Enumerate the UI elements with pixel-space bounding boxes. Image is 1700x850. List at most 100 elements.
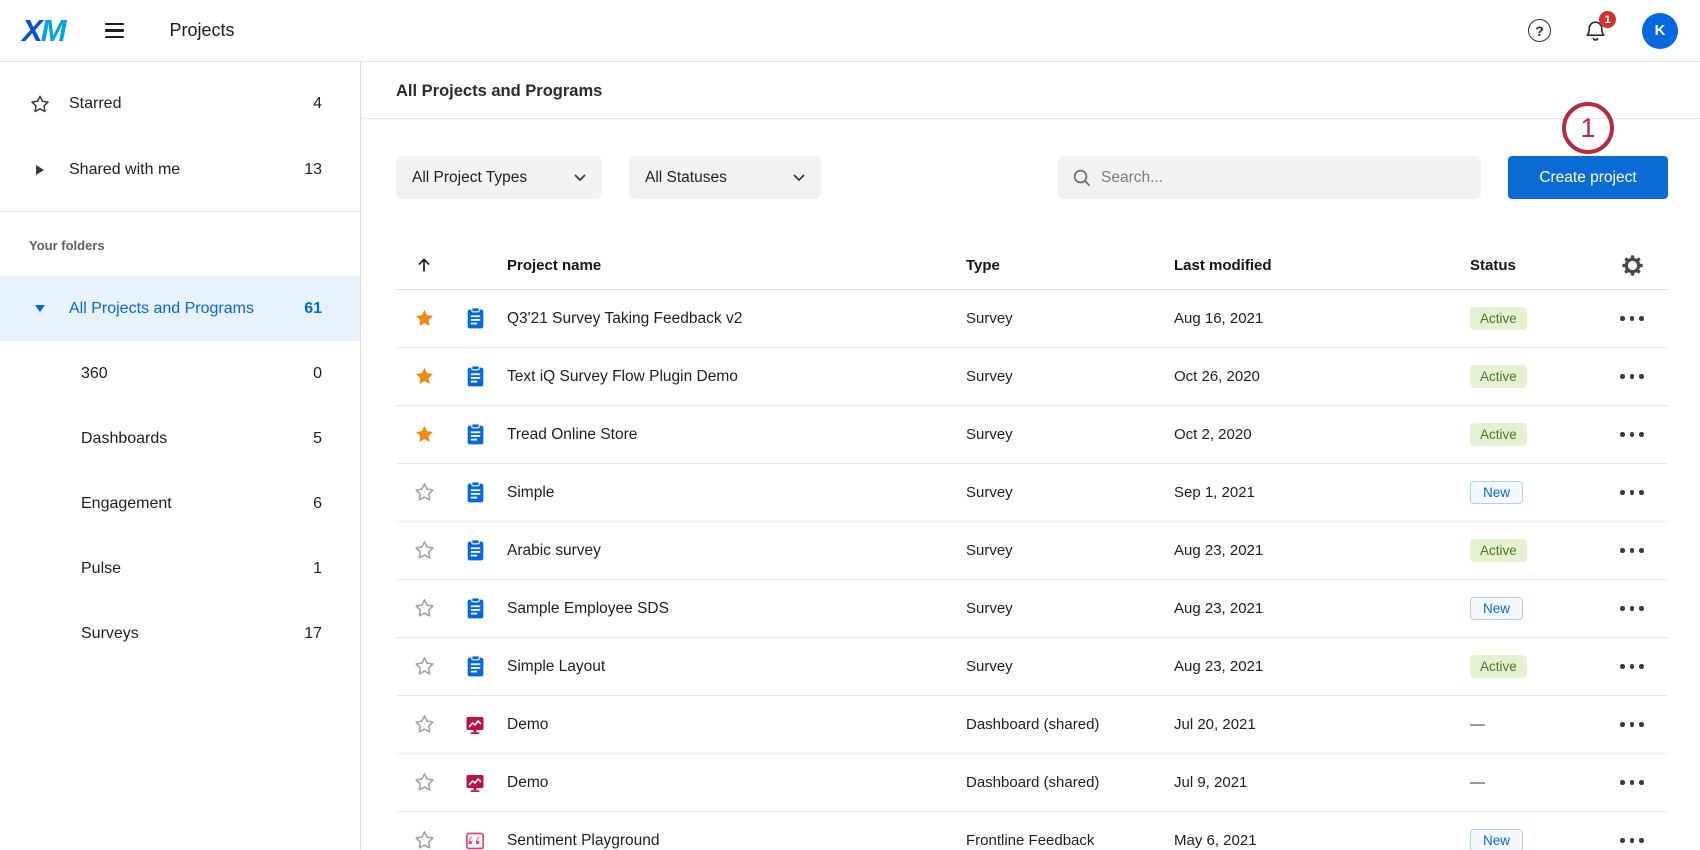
row-actions-ellipsis-button[interactable]	[1614, 540, 1650, 561]
column-header-last-modified: Last modified	[1174, 257, 1470, 274]
search-icon	[1072, 168, 1091, 187]
table-row[interactable]: Tread Online StoreSurveyOct 2, 2020Activ…	[396, 406, 1668, 464]
status-badge-new: New	[1470, 829, 1523, 850]
project-type: Survey	[966, 310, 1174, 327]
row-actions-ellipsis-button[interactable]	[1614, 424, 1650, 445]
project-name-link[interactable]: Simple	[498, 484, 966, 502]
star-toggle-icon[interactable]	[414, 424, 435, 445]
help-icon[interactable]: ?	[1528, 19, 1551, 42]
project-name-link[interactable]: Sample Employee SDS	[498, 600, 966, 618]
table-row[interactable]: Sample Employee SDSSurveyAug 23, 2021New	[396, 580, 1668, 638]
folder-label: 360	[81, 365, 108, 383]
row-actions-ellipsis-button[interactable]	[1614, 714, 1650, 735]
sidebar-item-shared-with-me[interactable]: Shared with me 13	[0, 137, 360, 203]
search-box[interactable]	[1058, 156, 1481, 199]
project-name-link[interactable]: Demo	[498, 716, 966, 734]
xm-logo: XM	[22, 13, 65, 49]
statuses-filter-dropdown[interactable]: All Statuses	[629, 156, 821, 199]
project-name-link[interactable]: Text iQ Survey Flow Plugin Demo	[498, 368, 966, 386]
dashboard-project-icon	[452, 772, 498, 794]
table-row[interactable]: Q3'21 Survey Taking Feedback v2SurveyAug…	[396, 290, 1668, 348]
status-badge-new: New	[1470, 597, 1523, 620]
user-avatar[interactable]: K	[1642, 13, 1678, 49]
project-types-filter-dropdown[interactable]: All Project Types	[396, 156, 602, 199]
search-input[interactable]	[1101, 169, 1467, 187]
section-heading: All Projects and Programs	[396, 62, 1668, 101]
sidebar-folder-item[interactable]: Surveys 17	[0, 601, 360, 666]
table-row[interactable]: Arabic surveySurveyAug 23, 2021Active	[396, 522, 1668, 580]
table-row[interactable]: Sentiment PlaygroundFrontline FeedbackMa…	[396, 812, 1668, 850]
row-actions-ellipsis-button[interactable]	[1614, 598, 1650, 619]
star-toggle-icon[interactable]	[414, 714, 435, 735]
row-actions-ellipsis-button[interactable]	[1614, 308, 1650, 329]
star-toggle-icon[interactable]	[414, 598, 435, 619]
row-actions-ellipsis-button[interactable]	[1614, 366, 1650, 387]
table-row[interactable]: DemoDashboard (shared)Jul 9, 2021—	[396, 754, 1668, 812]
status-badge-active: Active	[1470, 365, 1527, 388]
star-toggle-icon[interactable]	[414, 830, 435, 850]
project-last-modified: May 6, 2021	[1174, 832, 1470, 849]
project-last-modified: Aug 23, 2021	[1174, 600, 1470, 617]
table-settings-gear-icon[interactable]	[1620, 253, 1645, 278]
row-actions-ellipsis-button[interactable]	[1614, 482, 1650, 503]
table-row[interactable]: Simple LayoutSurveyAug 23, 2021Active	[396, 638, 1668, 696]
heading-divider	[361, 118, 1700, 119]
survey-project-icon	[452, 655, 498, 678]
project-last-modified: Jul 9, 2021	[1174, 774, 1470, 791]
project-last-modified: Oct 26, 2020	[1174, 368, 1470, 385]
toolbar: All Project Types All Statuses Create pr…	[396, 156, 1668, 199]
sort-ascending-icon[interactable]	[415, 255, 433, 275]
sidebar-item-count: 13	[304, 161, 322, 179]
status-none: —	[1470, 774, 1485, 791]
caret-down-icon	[30, 305, 50, 312]
sidebar-item-starred[interactable]: Starred 4	[0, 71, 360, 137]
project-last-modified: Jul 20, 2021	[1174, 716, 1470, 733]
project-name-link[interactable]: Arabic survey	[498, 542, 966, 560]
star-toggle-icon[interactable]	[414, 366, 435, 387]
row-actions-ellipsis-button[interactable]	[1614, 656, 1650, 677]
filter-label: All Project Types	[412, 169, 527, 187]
xm-logo-m: M	[41, 13, 65, 48]
folder-count: 17	[304, 625, 322, 643]
notifications-bell-icon[interactable]: 1	[1583, 18, 1608, 43]
status-badge-active: Active	[1470, 307, 1527, 330]
folder-list: All Projects and Programs61 360 0 Dashboard…	[0, 276, 360, 666]
survey-project-icon	[452, 365, 498, 388]
status-badge-new: New	[1470, 481, 1523, 504]
row-actions-ellipsis-button[interactable]	[1614, 772, 1650, 793]
sidebar-folder-item[interactable]: All Projects and Programs61	[0, 276, 360, 341]
status-badge-active: Active	[1470, 423, 1527, 446]
project-type: Survey	[966, 600, 1174, 617]
star-toggle-icon[interactable]	[414, 656, 435, 677]
star-toggle-icon[interactable]	[414, 308, 435, 329]
folder-label: Surveys	[81, 625, 139, 643]
main-content: All Projects and Programs All Project Ty…	[361, 62, 1700, 850]
project-name-link[interactable]: Q3'21 Survey Taking Feedback v2	[498, 310, 966, 328]
row-actions-ellipsis-button[interactable]	[1614, 830, 1650, 850]
project-type: Dashboard (shared)	[966, 774, 1174, 791]
table-row[interactable]: DemoDashboard (shared)Jul 20, 2021—	[396, 696, 1668, 754]
hamburger-menu-icon[interactable]	[101, 19, 128, 42]
project-name-link[interactable]: Simple Layout	[498, 658, 966, 676]
folder-label: Engagement	[81, 495, 172, 513]
table-row[interactable]: Text iQ Survey Flow Plugin DemoSurveyOct…	[396, 348, 1668, 406]
sidebar-folder-item[interactable]: Dashboards5	[0, 406, 360, 471]
table-row[interactable]: SimpleSurveySep 1, 2021New	[396, 464, 1668, 522]
project-name-link[interactable]: Demo	[498, 774, 966, 792]
sidebar: Starred 4 Shared with me 13 Your folders…	[0, 62, 361, 850]
project-type: Survey	[966, 484, 1174, 501]
project-type: Survey	[966, 426, 1174, 443]
star-toggle-icon[interactable]	[414, 482, 435, 503]
sidebar-folder-item[interactable]: Engagement6	[0, 471, 360, 536]
status-badge-active: Active	[1470, 655, 1527, 678]
folder-count: 0	[313, 365, 322, 383]
topbar: XM Projects ? 1 K	[0, 0, 1700, 62]
project-type: Dashboard (shared)	[966, 716, 1174, 733]
project-name-link[interactable]: Tread Online Store	[498, 426, 966, 444]
star-toggle-icon[interactable]	[414, 540, 435, 561]
star-toggle-icon[interactable]	[414, 772, 435, 793]
sidebar-folder-item[interactable]: 360 0	[0, 341, 360, 406]
sidebar-folder-item[interactable]: Pulse1	[0, 536, 360, 601]
project-name-link[interactable]: Sentiment Playground	[498, 832, 966, 850]
create-project-button[interactable]: Create project	[1508, 156, 1668, 199]
